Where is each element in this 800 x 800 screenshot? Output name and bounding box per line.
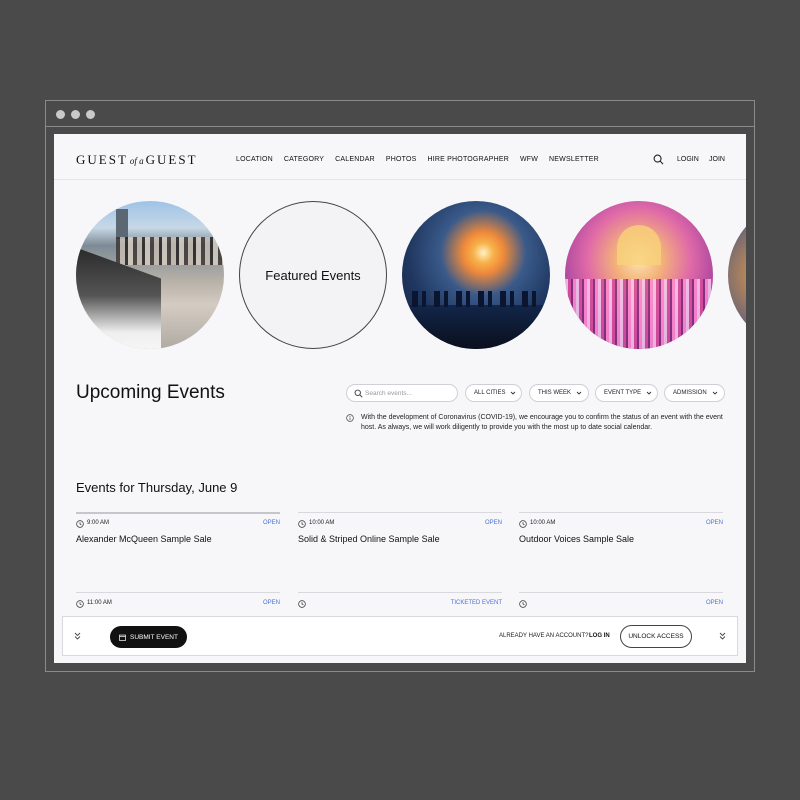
filter-label: ADMISSION xyxy=(673,390,707,396)
filter-event-type[interactable]: EVENT TYPE xyxy=(595,384,658,402)
filter-label: THIS WEEK xyxy=(538,390,572,396)
nav-newsletter[interactable]: NEWSLETTER xyxy=(549,156,599,163)
nav-hire-photographer[interactable]: HIRE PHOTOGRAPHER xyxy=(428,156,509,163)
filter-label: EVENT TYPE xyxy=(604,390,642,396)
site-logo[interactable]: GUEST of a GUEST xyxy=(76,152,198,168)
event-photo-fireworks[interactable] xyxy=(402,201,550,349)
logo-right: GUEST xyxy=(145,152,198,167)
event-time: 11:00 AM xyxy=(87,600,112,606)
nav-photos[interactable]: PHOTOS xyxy=(386,156,417,163)
search-icon[interactable] xyxy=(653,154,664,165)
clock-icon xyxy=(298,600,306,608)
clock-icon xyxy=(76,520,84,528)
logo-left: GUEST xyxy=(76,152,128,167)
divider xyxy=(76,592,280,593)
filter-admission[interactable]: ADMISSION xyxy=(664,384,725,402)
nav-calendar[interactable]: CALENDAR xyxy=(335,156,375,163)
divider xyxy=(298,592,502,593)
nav-location[interactable]: LOCATION xyxy=(236,156,273,163)
unlock-access-button[interactable]: UNLOCK ACCESS xyxy=(620,625,692,648)
event-photo-gala-hall[interactable] xyxy=(565,201,713,349)
join-link[interactable]: JOIN xyxy=(709,156,725,163)
logo-of: of a xyxy=(129,156,144,166)
featured-events-circle[interactable]: Featured Events xyxy=(239,201,387,349)
log-in-link[interactable]: LOG IN xyxy=(589,633,610,639)
day-heading: Events for Thursday, June 9 xyxy=(76,480,238,495)
web-page: GUEST of a GUEST LOCATION CATEGORY CALENDA… xyxy=(54,134,746,663)
event-time: 10:00 AM xyxy=(530,520,556,526)
clock-icon xyxy=(298,520,306,528)
event-status: OPEN xyxy=(705,600,723,606)
event-search-box[interactable] xyxy=(346,384,458,402)
submit-event-label: SUBMIT EVENT xyxy=(130,633,178,641)
event-title[interactable]: Outdoor Voices Sample Sale xyxy=(519,534,634,544)
unlock-access-label: UNLOCK ACCESS xyxy=(628,633,684,640)
filter-label: ALL CITIES xyxy=(474,390,506,396)
chevron-down-icon xyxy=(576,391,582,395)
window-dot-icon[interactable] xyxy=(86,110,95,119)
chevron-down-icon xyxy=(511,391,516,395)
event-time: 9:00 AM xyxy=(87,520,110,526)
site-header: GUEST of a GUEST LOCATION CATEGORY CALENDA… xyxy=(54,134,746,180)
filter-this-week[interactable]: THIS WEEK xyxy=(529,384,589,402)
calendar-icon xyxy=(119,634,126,641)
filter-all-cities[interactable]: ALL CITIES xyxy=(465,384,522,402)
main-nav: LOCATION CATEGORY CALENDAR PHOTOS HIRE P… xyxy=(236,156,599,163)
clock-icon xyxy=(76,600,84,608)
scroll-down-icon[interactable] xyxy=(719,632,726,641)
event-search-input[interactable] xyxy=(365,387,453,399)
nav-category[interactable]: CATEGORY xyxy=(284,156,324,163)
event-status: OPEN xyxy=(484,520,502,526)
nav-wfw[interactable]: WFW xyxy=(520,156,538,163)
window-dot-icon[interactable] xyxy=(71,110,80,119)
divider xyxy=(519,592,723,593)
clock-icon xyxy=(519,600,527,608)
submit-event-button[interactable]: SUBMIT EVENT xyxy=(110,626,187,648)
event-time: 10:00 AM xyxy=(309,520,335,526)
info-icon xyxy=(346,414,354,422)
clock-icon xyxy=(519,520,527,528)
account-prompt: ALREADY HAVE AN ACCOUNT? xyxy=(499,633,589,639)
search-icon xyxy=(354,389,363,398)
browser-titlebar xyxy=(46,101,754,127)
event-status: TICKETED EVENT xyxy=(450,600,502,606)
event-status: OPEN xyxy=(262,600,280,606)
chevron-down-icon xyxy=(646,391,652,395)
event-status: OPEN xyxy=(705,520,723,526)
window-dot-icon[interactable] xyxy=(56,110,65,119)
divider xyxy=(519,512,723,513)
event-status: OPEN xyxy=(262,520,280,526)
event-title[interactable]: Solid & Striped Online Sample Sale xyxy=(298,534,440,544)
event-title[interactable]: Alexander McQueen Sample Sale xyxy=(76,534,212,544)
divider xyxy=(298,512,502,513)
divider xyxy=(76,512,280,514)
upcoming-events-heading: Upcoming Events xyxy=(76,382,225,403)
sticky-bottom-bar: SUBMIT EVENT ALREADY HAVE AN ACCOUNT? LO… xyxy=(62,616,738,656)
event-photo-rooftop-party[interactable] xyxy=(76,201,224,349)
featured-events-label: Featured Events xyxy=(265,267,361,283)
event-photo-partial[interactable] xyxy=(728,201,746,349)
scroll-down-icon[interactable] xyxy=(74,632,81,641)
covid-notice: With the development of Coronavirus (COV… xyxy=(361,414,723,431)
login-link[interactable]: LOGIN xyxy=(677,156,699,163)
chevron-down-icon xyxy=(712,391,717,395)
